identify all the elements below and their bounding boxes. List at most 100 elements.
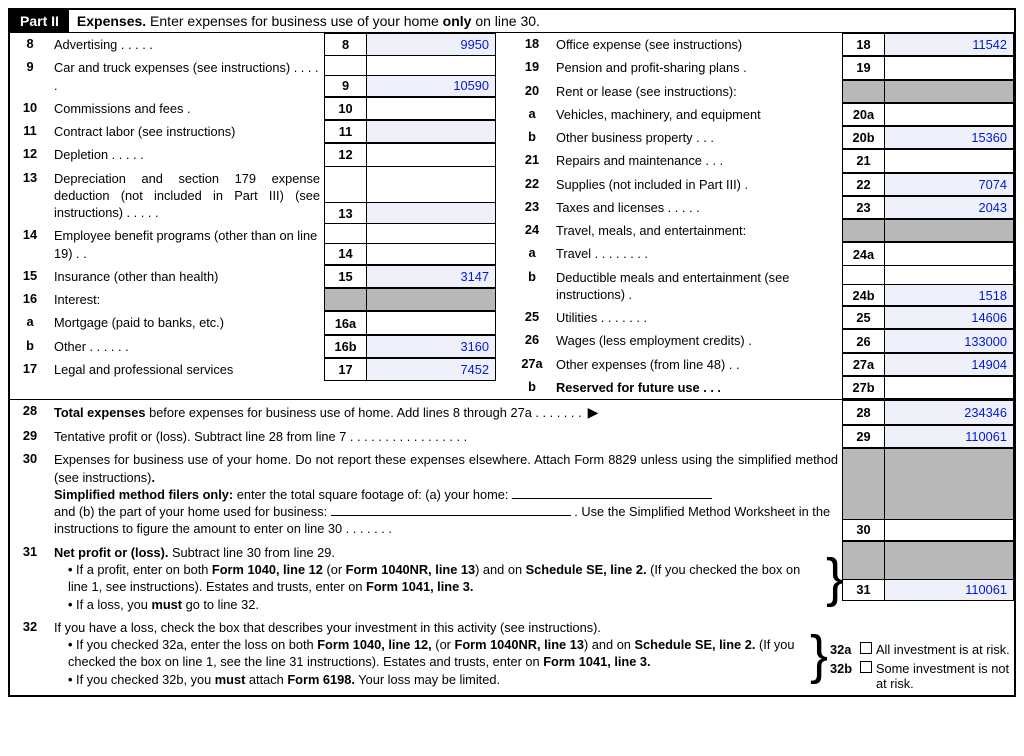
line-desc: Rent or lease (see instructions): [552, 80, 842, 103]
line-11-value[interactable] [366, 120, 496, 143]
line-30-box: 30 [842, 519, 884, 541]
line-number: 16 [10, 288, 50, 311]
line-30-value[interactable] [884, 519, 1014, 541]
line-12-value[interactable] [366, 143, 496, 166]
line-16b-value[interactable]: 3160 [366, 335, 496, 358]
line-desc: Mortgage (paid to banks, etc.) [50, 311, 324, 334]
line-desc: Commissions and fees . [50, 97, 324, 120]
line-17-row: 17Legal and professional services177452 [10, 358, 512, 381]
line-19-value[interactable] [884, 56, 1014, 79]
brace-icon-32: } [810, 616, 826, 695]
line-32-number: 32 [10, 616, 50, 695]
line-desc: Legal and professional services [50, 358, 324, 381]
line-27b-value[interactable] [884, 376, 1014, 399]
simplified-label: Simplified method filers only: [54, 487, 233, 502]
line-number: 27a [512, 353, 552, 376]
line-30-desc: Expenses for business use of your home. … [50, 448, 842, 540]
line-box-gray [324, 288, 366, 311]
line-27a-box: 27a [842, 353, 884, 376]
line-13-row: 13Depreciation and section 179 expense d… [10, 167, 512, 225]
line-8-row: 8Advertising . . . . .89950 [10, 33, 512, 56]
line-10-value[interactable] [366, 97, 496, 120]
line-31-value[interactable]: 110061 [884, 579, 1014, 601]
line-20a-value[interactable] [884, 103, 1014, 126]
line-22-value[interactable]: 7074 [884, 173, 1014, 196]
line-29-value[interactable]: 110061 [884, 425, 1014, 448]
line-desc: Interest: [50, 288, 324, 311]
part-title-text-a: Enter expenses for business use of your … [146, 13, 443, 29]
right-column: 18Office expense (see instructions)18115… [512, 33, 1014, 399]
line-15-value[interactable]: 3147 [366, 265, 496, 288]
line-32-bullet2: If you checked 32b, you must attach Form… [54, 671, 806, 688]
line-25-value[interactable]: 14606 [884, 306, 1014, 329]
line-value-gray [884, 219, 1014, 242]
col-gap [496, 143, 512, 166]
checkbox-32b-text: Some investment is not at risk. [876, 661, 1010, 691]
line-26-value[interactable]: 133000 [884, 329, 1014, 352]
part-badge: Part II [10, 10, 69, 32]
line-17-value[interactable]: 7452 [366, 358, 496, 381]
line-26-row: 26Wages (less employment credits) .26133… [512, 329, 1014, 352]
line-30-box-spacer [842, 448, 884, 518]
line-16a-box: 16a [324, 311, 366, 334]
line-12-box: 12 [324, 143, 366, 166]
line-28-value[interactable]: 234346 [884, 400, 1014, 425]
line-desc: Supplies (not included in Part III) . [552, 173, 842, 196]
line-23-value[interactable]: 2043 [884, 196, 1014, 219]
checkbox-32b[interactable] [860, 661, 872, 673]
value-stack: 910590 [324, 56, 496, 97]
col-gap [496, 265, 512, 288]
line-desc: Employee benefit programs (other than on… [50, 224, 324, 265]
line-10-row: 10Commissions and fees .10 [10, 97, 512, 120]
line-21-value[interactable] [884, 149, 1014, 172]
line-24a-value[interactable] [884, 242, 1014, 265]
line-number: 19 [512, 56, 552, 79]
line-29-number: 29 [10, 425, 50, 448]
col-gap [496, 224, 512, 265]
line-11-box: 11 [324, 120, 366, 143]
line-16a-value[interactable] [366, 311, 496, 334]
line-14-value[interactable] [366, 243, 496, 265]
brace-icon: } [826, 541, 842, 616]
checkbox-32a[interactable] [860, 642, 872, 654]
left-column: 8Advertising . . . . .899509Car and truc… [10, 33, 512, 399]
line-20a-row: aVehicles, machinery, and equipment20a [512, 103, 1014, 126]
line-13-value[interactable] [366, 202, 496, 224]
home-sqft-input[interactable] [512, 498, 712, 499]
line-8-value[interactable]: 9950 [366, 33, 496, 56]
col-gap [496, 56, 512, 97]
value-stack: 14 [324, 224, 496, 265]
line-27a-value[interactable]: 14904 [884, 353, 1014, 376]
line-31-box-spacer [842, 541, 884, 579]
expenses-label: Expenses. [77, 13, 146, 29]
line-24b-value[interactable]: 1518 [884, 284, 1014, 306]
col-gap [496, 120, 512, 143]
line-number: b [512, 376, 552, 399]
line-22-box: 22 [842, 173, 884, 196]
line-number: 11 [10, 120, 50, 143]
line-28-desc: Total expenses before expenses for busin… [50, 400, 842, 425]
line-18-value[interactable]: 11542 [884, 33, 1014, 56]
line-32-p1: If you have a loss, check the box that d… [54, 619, 806, 636]
business-sqft-input[interactable] [331, 515, 571, 516]
line-number: 17 [10, 358, 50, 381]
line-28-number: 28 [10, 400, 50, 425]
only-word: only [443, 13, 472, 29]
line-desc: Other . . . . . . [50, 335, 324, 358]
line-8-box: 8 [324, 33, 366, 56]
line-31-sub: Subtract line 30 from line 29. [168, 545, 334, 560]
col-gap [496, 33, 512, 56]
line-30-p3a: and (b) the part of your home used for b… [54, 504, 331, 519]
line-number: 26 [512, 329, 552, 352]
line-9-value[interactable]: 10590 [366, 75, 496, 97]
line-13-box: 13 [324, 202, 366, 224]
full-width-rows: 28 Total expenses before expenses for bu… [10, 400, 1014, 695]
line-28-rest: before expenses for business use of home… [146, 405, 582, 420]
line-21-box: 21 [842, 149, 884, 172]
line-20b-value[interactable]: 15360 [884, 126, 1014, 149]
line-desc: Reserved for future use . . . [552, 376, 842, 399]
col-gap [496, 288, 512, 311]
line-29-desc: Tentative profit or (loss). Subtract lin… [50, 425, 842, 448]
line-29-box: 29 [842, 425, 884, 448]
line-28-row: 28 Total expenses before expenses for bu… [10, 400, 1014, 425]
